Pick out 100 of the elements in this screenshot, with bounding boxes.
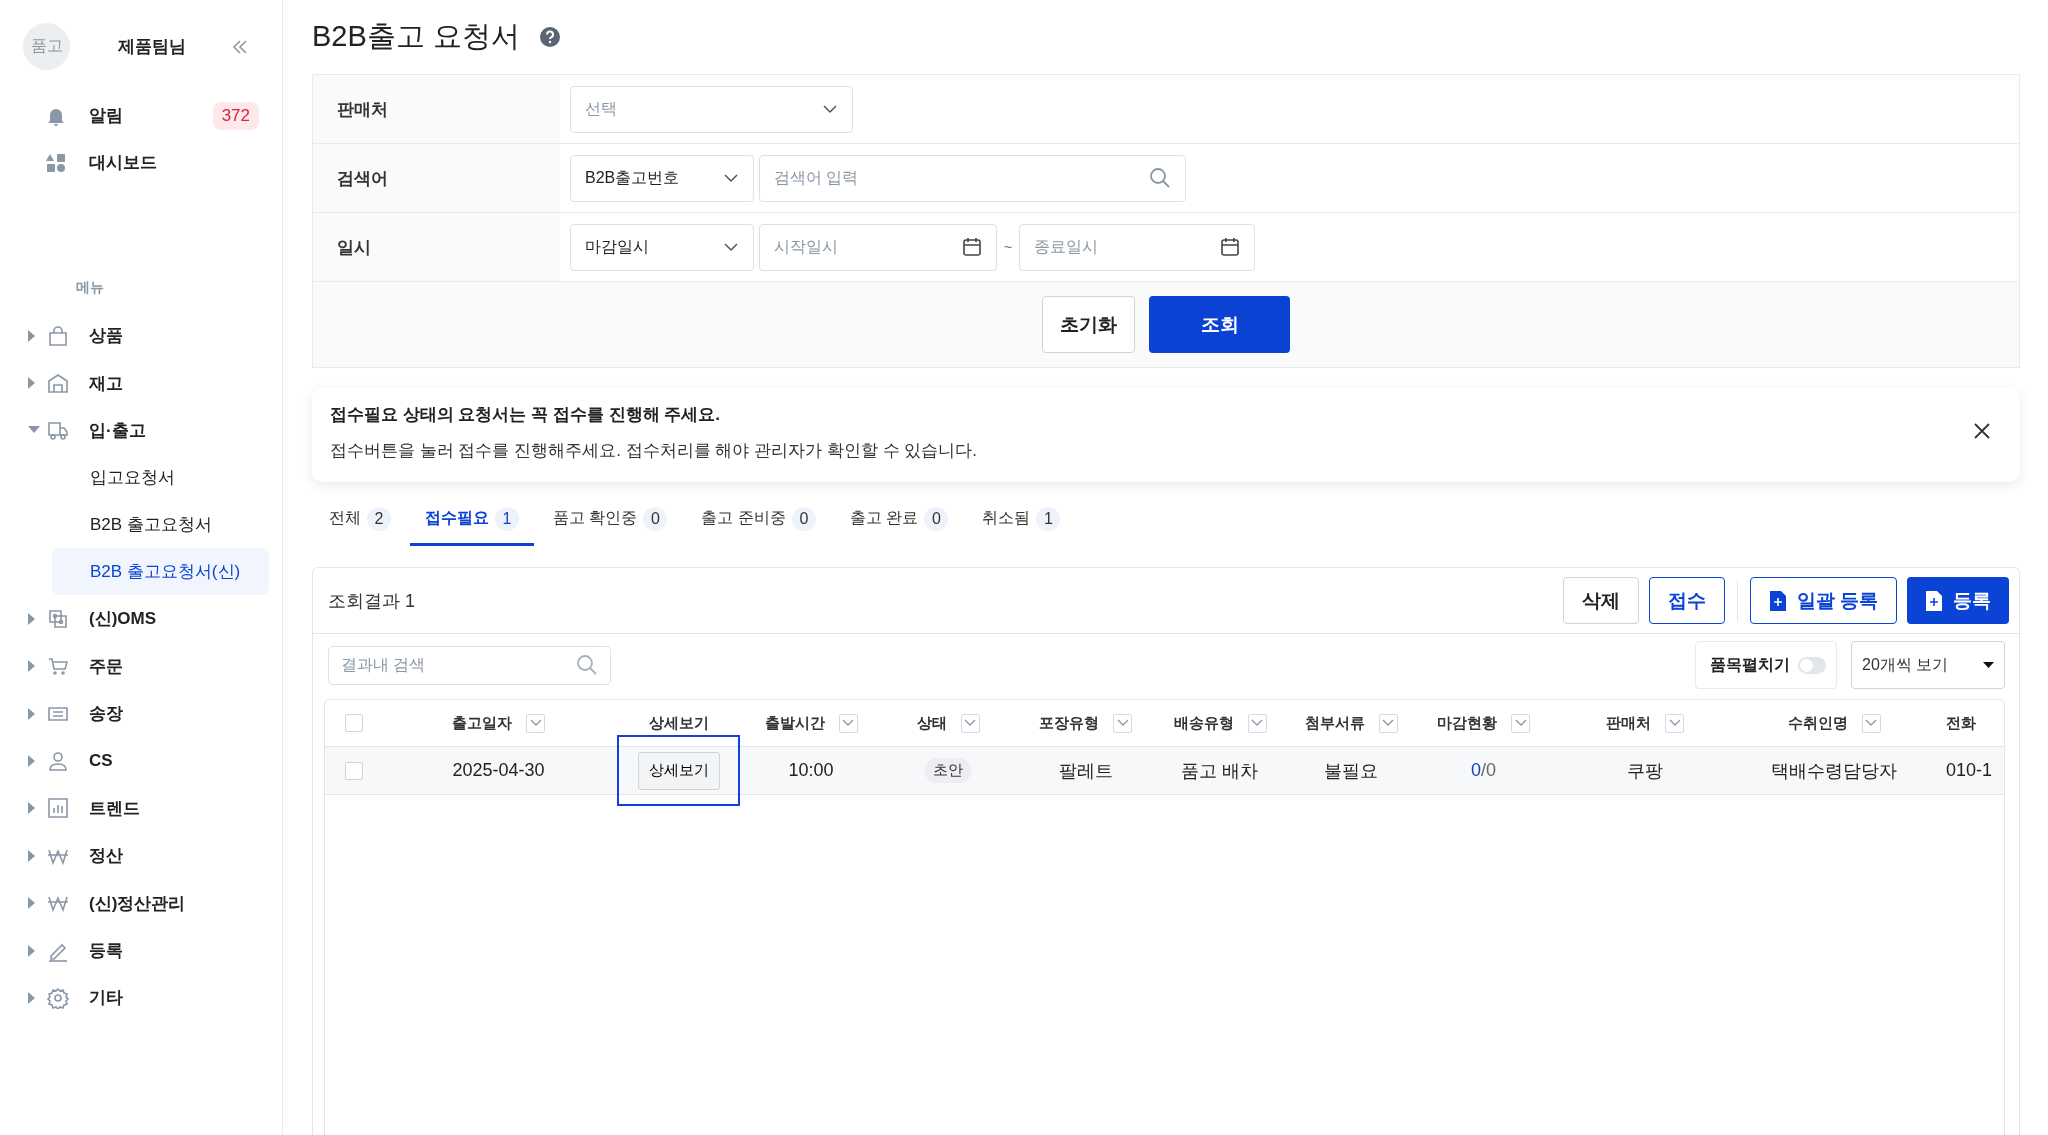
help-icon[interactable] [539, 27, 560, 47]
column-header: 상태 [916, 713, 947, 733]
column-header: 판매처 [1606, 713, 1651, 733]
expand-toggle[interactable]: 품목펼치기 [1695, 641, 1837, 689]
table-cell-text: 불필요 [1324, 759, 1378, 783]
document-icon [1768, 589, 1787, 612]
table-cell: 2025-04-30 [452, 760, 545, 781]
column-header: 첨부서류 [1304, 713, 1365, 733]
bulk-register-button[interactable]: 일괄 등록 [1749, 577, 1897, 624]
filter-icon[interactable] [1861, 713, 1881, 733]
status-tab[interactable]: 접수필요 1 [410, 494, 534, 546]
column-header: 출고일자 [452, 713, 512, 733]
filter-icon[interactable] [1511, 713, 1530, 733]
menu-item[interactable]: (신)정산관리 [89, 891, 186, 915]
filter-icon[interactable] [1113, 713, 1132, 733]
submenu-item[interactable]: 입고요청서 [52, 454, 269, 502]
page-title: B2B출고 요청서 [312, 19, 520, 54]
status-tab[interactable]: 취소됨 1 [967, 494, 1076, 546]
filter-label: 일시 [336, 236, 372, 259]
filter-icon[interactable] [838, 713, 858, 733]
bag-icon [47, 324, 69, 347]
gear-icon [47, 987, 69, 1009]
calendar-icon[interactable] [1220, 237, 1241, 257]
table-cell: 10:00 [788, 760, 834, 781]
link-icon [47, 607, 69, 630]
filter-label: 검색어 [336, 167, 389, 190]
column-header: 배송유형 [1173, 713, 1234, 733]
menu-item[interactable]: 등록 [89, 939, 123, 963]
detail-button[interactable]: 상세보기 [637, 751, 720, 790]
table-cell-text: 팔레트 [1058, 759, 1113, 783]
delete-button[interactable]: 삭제 [1562, 577, 1639, 624]
calendar-icon[interactable] [962, 237, 982, 257]
menu-item[interactable]: (신)OMS [89, 607, 157, 631]
table-cell-text: 쿠팡 [1627, 759, 1663, 783]
menu-item[interactable]: 상품 [89, 324, 123, 348]
caret-down-icon [1983, 662, 1994, 668]
column-header: 마감현황 [1437, 713, 1497, 733]
page-size-select[interactable]: 20개씩 보기 [1851, 641, 2005, 689]
status-tab[interactable]: 품고 확인중 0 [538, 494, 683, 546]
cart-icon [47, 655, 69, 678]
column-header: 전화 [1946, 713, 1976, 733]
close-icon[interactable] [1974, 423, 1990, 439]
submenu-item[interactable]: B2B 출고요청서 [52, 501, 269, 549]
reset-button[interactable]: 초기화 [1042, 296, 1135, 353]
notice-message: 접수버튼을 눌러 접수를 진행해주세요. 접수처리를 해야 관리자가 확인할 수 있습니다. [330, 440, 977, 462]
avatar: 품고 [23, 23, 70, 70]
filter-icon[interactable] [1665, 713, 1684, 733]
filter-icon[interactable] [1378, 713, 1398, 733]
column-header: 출발시간 [764, 713, 825, 733]
status-tab[interactable]: 출고 완료 0 [834, 494, 964, 546]
menu-item[interactable]: 트렌드 [89, 796, 140, 820]
collapse-icon[interactable] [232, 39, 248, 54]
column-header: 포장유형 [1039, 713, 1099, 733]
status-tab[interactable]: 전체 2 [314, 494, 406, 546]
select-field[interactable]: 마감일시 [570, 223, 754, 271]
checkbox[interactable] [344, 714, 363, 732]
menu-item[interactable]: 정산 [89, 844, 123, 868]
quick-link[interactable]: 대시보드 [89, 151, 157, 174]
search-icon[interactable] [1149, 167, 1171, 189]
notice-title: 접수필요 상태의 요청서는 꼭 접수를 진행해 주세요. [330, 404, 722, 426]
toggle-switch[interactable] [1798, 656, 1826, 674]
quick-link[interactable]: 알림 [89, 104, 123, 127]
filter-icon[interactable] [960, 713, 980, 733]
status-badge: 초안 [925, 758, 971, 783]
truck-icon [47, 419, 69, 442]
filter-icon[interactable] [526, 713, 545, 733]
result-count: 조회결과 1 [328, 589, 415, 613]
filter-label: 판매처 [336, 98, 389, 121]
accept-button[interactable]: 접수 [1648, 577, 1725, 624]
menu-item[interactable]: 주문 [89, 654, 123, 678]
checkbox[interactable] [344, 761, 363, 780]
search-button[interactable]: 조회 [1149, 296, 1290, 353]
submenu-item[interactable]: B2B 출고요청서(신) [52, 548, 269, 596]
chart-icon [47, 797, 69, 820]
menu-item[interactable]: 송장 [89, 702, 123, 726]
select-field[interactable]: B2B출고번호 [570, 154, 754, 202]
menu-item[interactable]: 기타 [89, 986, 123, 1010]
range-separator: ~ [1004, 239, 1013, 255]
search-icon[interactable] [576, 654, 598, 676]
person-icon [47, 750, 69, 773]
count-badge: 372 [212, 101, 259, 130]
table-cell-text: 품고 배차 [1181, 759, 1259, 783]
chevron-down-icon [723, 173, 739, 183]
column-header: 상세보기 [648, 713, 709, 733]
menu-heading: 메뉴 [76, 278, 105, 297]
chevron-down-icon [723, 242, 739, 252]
filter-icon[interactable] [1247, 713, 1267, 733]
warehouse-icon [47, 372, 69, 395]
menu-item[interactable]: 입·출고 [89, 418, 146, 442]
register-button[interactable]: 등록 [1907, 577, 2009, 624]
menu-item[interactable]: CS [89, 751, 113, 772]
table-cell: 010-1 [1946, 760, 1993, 781]
table-cell: 0/0 [1471, 760, 1496, 781]
table-cell-text: 택배수령담당자 [1771, 759, 1897, 783]
menu-item[interactable]: 재고 [89, 371, 123, 395]
user-name: 제품팀님 [118, 36, 186, 58]
chevron-down-icon [822, 104, 838, 114]
document-icon [1925, 589, 1943, 612]
column-header: 수취인명 [1787, 713, 1848, 733]
status-tab[interactable]: 출고 준비중 0 [686, 494, 831, 546]
